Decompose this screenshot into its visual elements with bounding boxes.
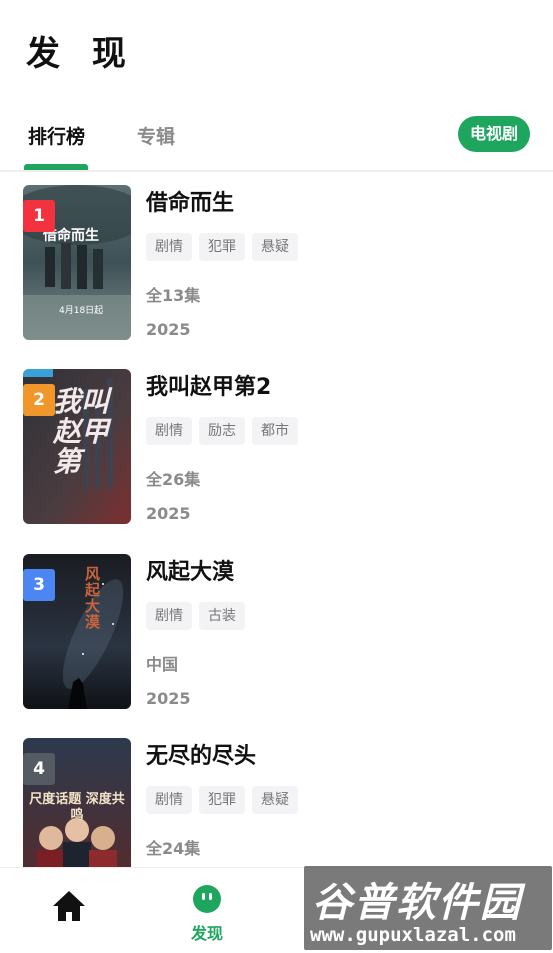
tag: 剧情 [146,233,192,261]
rank-badge: 3 [23,569,55,601]
list-item[interactable]: 借命而生 4月18日起 1 借命而生 剧情 犯罪 悬疑 全13集 2025 [0,185,553,340]
tab-ranking[interactable]: 排行榜 [28,122,85,149]
list-item[interactable]: 尺度话题 深度共鸣 4 无尽的尽头 剧情 犯罪 悬疑 全24集 [0,738,553,867]
episode-count: 全13集 [146,286,201,305]
tag: 都市 [252,417,298,445]
ranking-list[interactable]: 借命而生 4月18日起 1 借命而生 剧情 犯罪 悬疑 全13集 2025 我叫… [0,185,553,867]
tag: 古装 [199,602,245,630]
poster-image[interactable]: 尺度话题 深度共鸣 4 [23,738,131,867]
poster-image[interactable]: 借命而生 4月18日起 1 [23,185,131,340]
tag: 励志 [199,417,245,445]
tag: 犯罪 [199,233,245,261]
poster-date-text: 4月18日起 [59,306,104,316]
poster-title-text: 我叫赵甲第 [53,385,110,478]
watermark-logo: 谷普软件园 www.gupuxlazal.com [304,866,552,950]
nav-discover-label: 发现 [190,924,223,943]
home-icon [53,891,85,921]
episode-count: 全26集 [146,470,201,489]
rank-badge: 4 [23,753,55,785]
item-title[interactable]: 我叫赵甲第2 [146,369,271,401]
release-year: 2025 [146,504,191,523]
discover-icon [193,885,221,913]
watermark-text: 谷普软件园 [312,880,522,926]
tag-list: 剧情 犯罪 悬疑 [146,233,298,261]
item-title[interactable]: 无尽的尽头 [146,738,256,770]
tag: 剧情 [146,786,192,814]
divider [0,170,553,172]
poster-image[interactable]: 风起大漠 3 [23,554,131,709]
tag-list: 剧情 古装 [146,602,245,630]
release-year: 2025 [146,320,191,339]
item-title[interactable]: 风起大漠 [146,554,234,586]
tag: 悬疑 [252,233,298,261]
tag: 悬疑 [252,786,298,814]
tag-list: 剧情 犯罪 悬疑 [146,786,298,814]
tag: 剧情 [146,417,192,445]
tab-bar: 排行榜 专辑 电视剧 [0,112,553,170]
watermark-url: www.gupuxlazal.com [310,924,516,946]
page-title: 发 现 [26,34,136,74]
nav-discover[interactable]: 发现 [138,868,276,953]
tag-list: 剧情 励志 都市 [146,417,298,445]
list-item[interactable]: 风起大漠 3 风起大漠 剧情 古装 中国 2025 [0,554,553,709]
tab-album[interactable]: 专辑 [137,122,175,149]
list-item[interactable]: 我叫赵甲第 2 我叫赵甲第2 剧情 励志 都市 全26集 2025 [0,369,553,524]
episode-count: 全24集 [146,839,201,858]
rank-badge: 2 [23,384,55,416]
poster-title-text: 尺度话题 深度共鸣 [29,792,125,823]
nav-home[interactable] [0,868,138,953]
tag: 犯罪 [199,786,245,814]
filter-chip-tv[interactable]: 电视剧 [457,116,530,152]
region: 中国 [146,655,179,674]
poster-title-text: 风起大漠 [85,565,101,631]
tag: 剧情 [146,602,192,630]
item-title[interactable]: 借命而生 [146,185,234,217]
poster-image[interactable]: 我叫赵甲第 2 [23,369,131,524]
release-year: 2025 [146,689,191,708]
rank-badge: 1 [23,200,55,232]
